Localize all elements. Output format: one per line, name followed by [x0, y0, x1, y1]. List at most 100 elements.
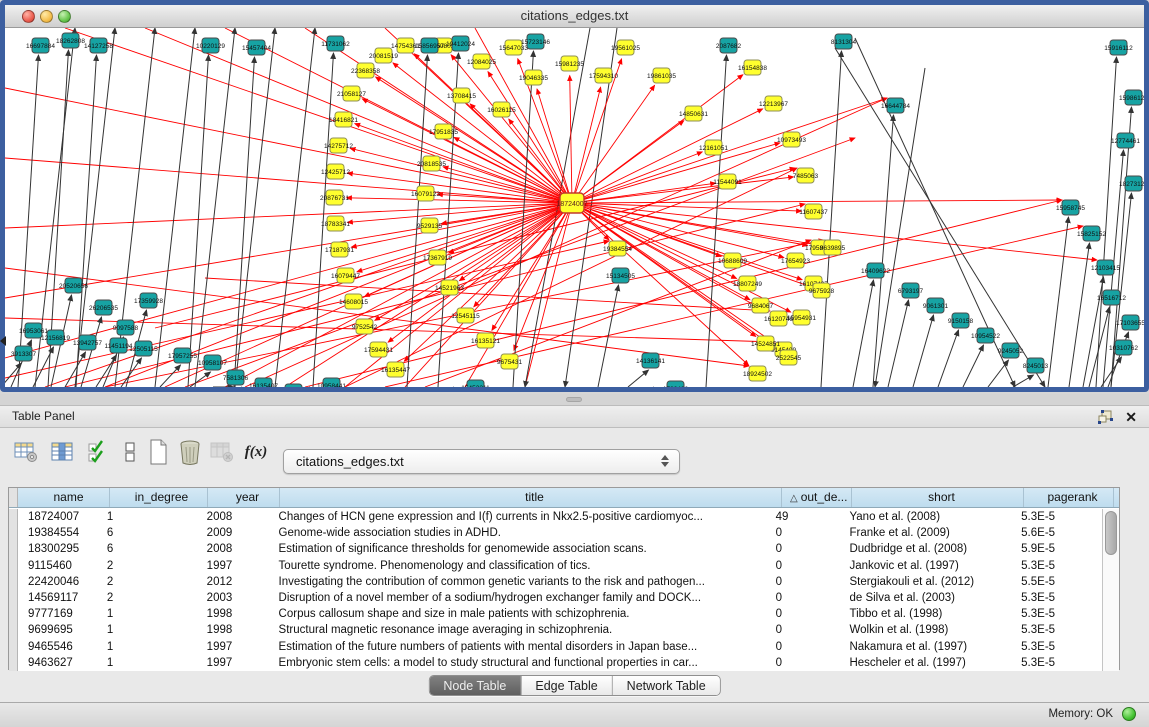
- cell-year: 1997: [199, 639, 271, 655]
- new-document-icon[interactable]: [144, 438, 172, 466]
- graph-node-label: 8245013: [1023, 363, 1049, 370]
- column-header-out_degree[interactable]: △out_de...: [782, 488, 852, 507]
- tab-network-table[interactable]: Network Table: [613, 676, 720, 695]
- cell-out_degree: 0: [772, 655, 842, 671]
- cell-in_degree: 6: [101, 541, 199, 557]
- sort-ascending-icon: △: [790, 493, 798, 504]
- graph-node-label: 16409622: [861, 268, 890, 275]
- cell-year: 1998: [199, 622, 271, 638]
- graph-node-label: 14275712: [324, 143, 353, 150]
- cell-pagerank: 5.3E-5: [1013, 639, 1103, 655]
- table-source-select[interactable]: citations_edges.txt: [283, 449, 680, 474]
- graph-node-label: 20520656: [59, 283, 88, 290]
- tab-edge-table[interactable]: Edge Table: [521, 676, 612, 695]
- cell-name: 9699695: [18, 622, 101, 638]
- graph-node-label: 20876731: [320, 195, 349, 202]
- function-builder-icon[interactable]: f(x): [242, 438, 270, 466]
- cell-title: Disruption of a novel member of a sodium…: [271, 590, 772, 606]
- table-row[interactable]: 969969511998Structural magnetic resonanc…: [9, 622, 1103, 638]
- table-row[interactable]: 977716911998Corpus callosum shape and si…: [9, 606, 1103, 622]
- network-canvas[interactable]: 2236835820081519147543612105812718416821…: [5, 28, 1144, 387]
- column-header-in_degree[interactable]: in_degree: [110, 488, 208, 507]
- cell-name: 9463627: [18, 655, 101, 671]
- column-header-short[interactable]: short: [852, 488, 1024, 507]
- panel-divider[interactable]: [0, 394, 1149, 405]
- cell-out_degree: 49: [772, 509, 842, 525]
- graph-node-label: 15856957: [415, 43, 444, 50]
- graph-node-label: 16953061: [19, 328, 48, 335]
- cell-title: Corpus callosum shape and size in male p…: [271, 606, 772, 622]
- cell-in_degree: 2: [101, 590, 199, 606]
- graph-node-label: 10958107: [198, 360, 227, 367]
- row-height-icon[interactable]: [116, 438, 144, 466]
- graph-node-label: 16697884: [26, 43, 55, 50]
- table-row[interactable]: 1456911722003Disruption of a novel membe…: [9, 590, 1103, 606]
- graph-node-label: 3913307: [11, 351, 37, 358]
- table-row[interactable]: 1872400712008Changes of HCN gene express…: [9, 509, 1103, 525]
- cell-short: Tibbo et al. (1998): [841, 606, 1013, 622]
- network-window-titlebar[interactable]: citations_edges.txt: [5, 5, 1144, 28]
- scrollbar-thumb[interactable]: [1105, 511, 1117, 555]
- graph-node-label: 17594310: [589, 73, 618, 80]
- cell-short: Jankovic et al. (1997): [841, 558, 1013, 574]
- table-header-row: namein_degreeyeartitle△out_de...shortpag…: [9, 488, 1119, 508]
- graph-node-label: 9752542: [352, 324, 378, 331]
- cell-name: 22420046: [18, 574, 101, 590]
- cell-pagerank: 5.3E-5: [1013, 655, 1103, 671]
- vertical-scrollbar[interactable]: [1102, 509, 1119, 671]
- tab-node-table[interactable]: Node Table: [429, 676, 521, 695]
- cell-in_degree: 1: [101, 509, 199, 525]
- table-settings-icon[interactable]: [12, 438, 40, 466]
- select-arrows-icon: [660, 453, 669, 471]
- panel-collapse-arrow-icon[interactable]: [0, 336, 6, 346]
- cell-title: Estimation of the future numbers of pati…: [271, 639, 772, 655]
- minimize-traffic-light-icon[interactable]: [40, 10, 53, 23]
- graph-node-label: 6793197: [898, 288, 924, 295]
- column-header-name[interactable]: name: [18, 488, 110, 507]
- graph-node-label: 15986127: [1119, 95, 1144, 102]
- graph-node-label: 17957255: [168, 353, 197, 360]
- column-header-title[interactable]: title: [280, 488, 782, 507]
- table-column-icon[interactable]: [48, 438, 76, 466]
- cell-out_degree: 0: [772, 525, 842, 541]
- table-row[interactable]: 946362711997Embryonic stem cells: a mode…: [9, 655, 1103, 671]
- graph-node-label: 9529135: [417, 223, 443, 230]
- status-bar: Memory: OK: [0, 702, 1149, 727]
- cell-short: Dudbridge et al. (2008): [841, 541, 1013, 557]
- graph-node-label: 16120746: [764, 316, 793, 323]
- graph-node-label: 18273122: [1119, 181, 1144, 188]
- graph-node-label: 19384554: [603, 246, 632, 253]
- table-row[interactable]: 1938455462009Genome-wide association stu…: [9, 525, 1103, 541]
- column-header-pagerank[interactable]: pagerank: [1024, 488, 1114, 507]
- close-traffic-light-icon[interactable]: [22, 10, 35, 23]
- graph-node-label: 18783341: [321, 221, 350, 228]
- table-row[interactable]: 2242004622012Investigating the contribut…: [9, 574, 1103, 590]
- close-icon[interactable]: ✕: [1125, 408, 1137, 426]
- table-row[interactable]: 911546021997Tourette syndrome. Phenomeno…: [9, 558, 1103, 574]
- select-columns-icon[interactable]: [84, 438, 112, 466]
- cell-name: 18724007: [18, 509, 101, 525]
- graph-node-label: 9639895: [820, 245, 846, 252]
- graph-node-label: 15647033: [499, 45, 528, 52]
- table-row[interactable]: 946554611997Estimation of the future num…: [9, 639, 1103, 655]
- cell-out_degree: 0: [772, 558, 842, 574]
- graph-node[interactable]: [285, 384, 302, 387]
- delete-trash-icon[interactable]: [176, 438, 204, 466]
- cell-out_degree: 0: [772, 606, 842, 622]
- memory-ok-indicator-icon[interactable]: [1122, 707, 1136, 721]
- cell-name: 9465546: [18, 639, 101, 655]
- cell-short: de Silva et al. (2003): [841, 590, 1013, 606]
- graph-node-label: 16135407: [249, 383, 278, 387]
- graph-node-label: 14608015: [339, 299, 368, 306]
- graph-node-label: 13942757: [73, 340, 102, 347]
- node-table: namein_degreeyeartitle△out_de...shortpag…: [8, 487, 1120, 670]
- delete-table-icon: [208, 438, 236, 466]
- table-row[interactable]: 1830029562008Estimation of significance …: [9, 541, 1103, 557]
- zoom-traffic-light-icon[interactable]: [58, 10, 71, 23]
- cell-year: 2012: [199, 574, 271, 590]
- graph-node-label: 15981235: [555, 61, 584, 68]
- divider-handle[interactable]: [566, 397, 582, 402]
- float-window-icon[interactable]: [1098, 410, 1113, 424]
- graph-node-label: 10954522: [971, 333, 1000, 340]
- column-header-year[interactable]: year: [208, 488, 280, 507]
